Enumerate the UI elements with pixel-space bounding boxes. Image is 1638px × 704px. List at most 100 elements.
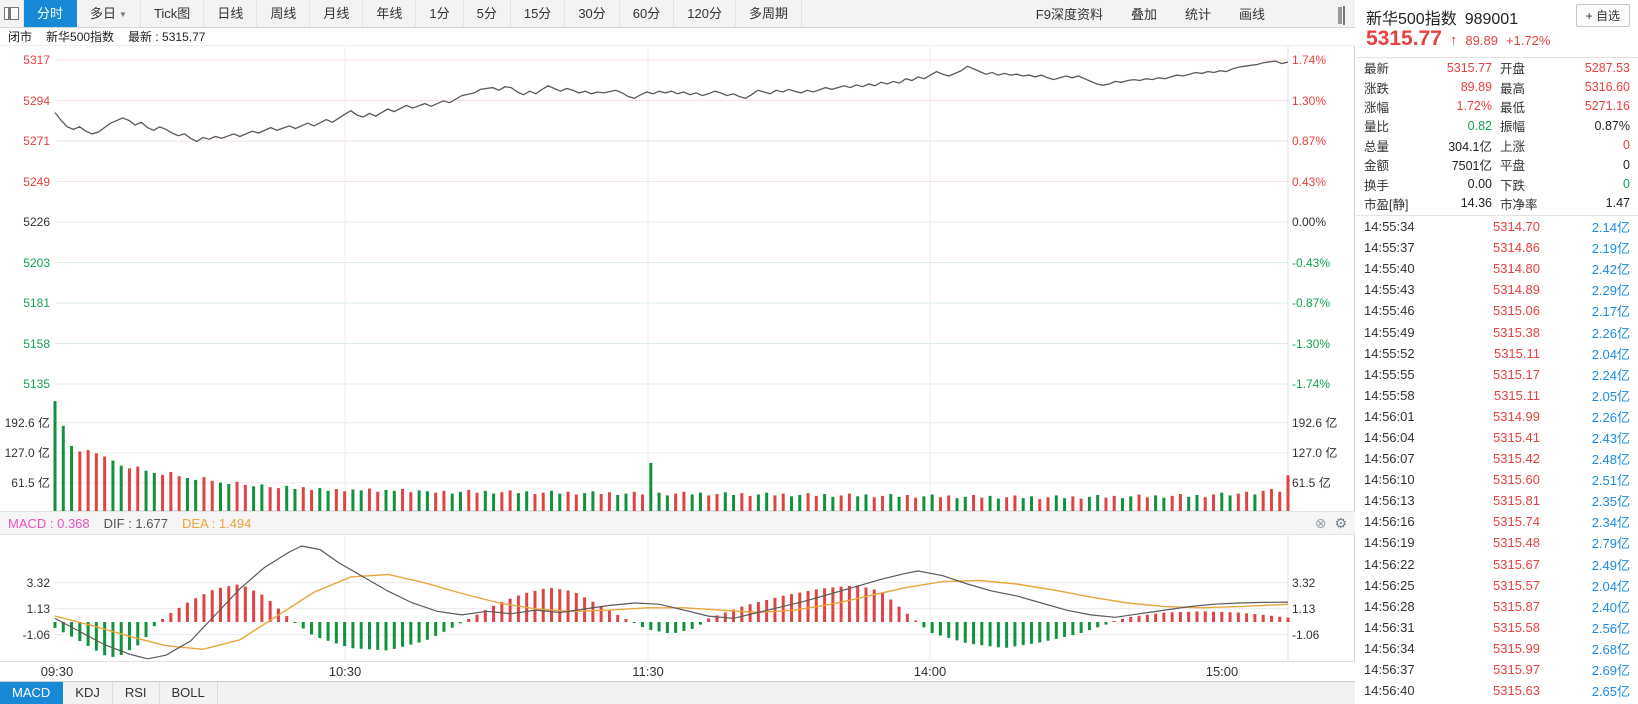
tick-time: 14:55:37 (1364, 240, 1415, 256)
period-tab-多日[interactable]: 多日 ▼ (77, 0, 141, 27)
tick-row[interactable]: 14:56:37 5315.97 2.69亿 (1356, 659, 1638, 680)
dea-value-label: DEA : 1.494 (181, 515, 252, 531)
gear-icon[interactable]: ⚙ (1334, 516, 1347, 530)
toolbar-link-叠加[interactable]: 叠加 (1131, 4, 1157, 23)
tick-volume: 2.04亿 (1591, 578, 1630, 594)
period-tab-30分[interactable]: 30分 (565, 0, 620, 27)
timeshare-chart[interactable] (0, 0, 1355, 704)
tick-row[interactable]: 14:56:25 5315.57 2.04亿 (1356, 575, 1638, 596)
tick-row[interactable]: 14:56:34 5315.99 2.68亿 (1356, 638, 1638, 659)
tick-volume: 2.35亿 (1591, 494, 1630, 510)
tick-time: 14:55:58 (1364, 387, 1415, 403)
market-status: 闭市 (8, 30, 33, 44)
tick-row[interactable]: 14:55:34 5314.70 2.14亿 (1356, 216, 1638, 237)
quote-label: 上涨 (1500, 139, 1526, 154)
period-tab-Tick图[interactable]: Tick图 (141, 0, 205, 27)
tick-price: 5315.42 (1493, 451, 1540, 467)
tick-row[interactable]: 14:55:40 5314.80 2.42亿 (1356, 258, 1638, 279)
tick-row[interactable]: 14:56:22 5315.67 2.49亿 (1356, 554, 1638, 575)
period-tab-月线[interactable]: 月线 (310, 0, 364, 27)
quote-value: 7501亿 (1451, 159, 1492, 174)
toolbar-link-画线[interactable]: 画线 (1239, 4, 1265, 23)
quote-row: 量比 0.82 振幅 0.87% (1356, 116, 1638, 135)
tick-row[interactable]: 14:55:37 5314.86 2.19亿 (1356, 237, 1638, 258)
tick-price: 5315.87 (1493, 598, 1540, 614)
tick-volume: 2.26亿 (1591, 409, 1630, 425)
period-tab-日线[interactable]: 日线 (204, 0, 258, 27)
quote-row: 总量 304.1亿 上涨 0 (1356, 136, 1638, 155)
quote-value: 5271.16 (1584, 99, 1630, 114)
window-layout-icon[interactable] (0, 0, 24, 27)
tick-row[interactable]: 14:55:46 5315.06 2.17亿 (1356, 300, 1638, 321)
tick-row[interactable]: 14:55:43 5314.89 2.29亿 (1356, 279, 1638, 300)
tick-row[interactable]: 14:55:55 5315.17 2.24亿 (1356, 364, 1638, 385)
indicator-tab-MACD[interactable]: MACD (0, 682, 64, 704)
quote-label: 振幅 (1500, 120, 1526, 135)
toolbar-link-F9深度资料[interactable]: F9深度资料 (1036, 4, 1103, 23)
indicator-tab-RSI[interactable]: RSI (113, 682, 160, 704)
tick-row[interactable]: 14:56:10 5315.60 2.51亿 (1356, 469, 1638, 490)
panel-toggle-icon[interactable] (1338, 6, 1345, 25)
indicator-tab-KDJ[interactable]: KDJ (63, 682, 113, 704)
time-tick-label: 10:30 (328, 664, 362, 679)
tick-time: 14:56:13 (1364, 493, 1415, 509)
tick-price: 5315.17 (1493, 366, 1540, 382)
period-tab-15分[interactable]: 15分 (511, 0, 566, 27)
period-tab-年线[interactable]: 年线 (363, 0, 417, 27)
period-tab-1分[interactable]: 1分 (416, 0, 464, 27)
tick-list[interactable]: 14:55:34 5314.70 2.14亿 14:55:37 5314.86 2.19亿… (1356, 215, 1638, 704)
tick-row[interactable]: 14:56:04 5315.41 2.43亿 (1356, 427, 1638, 448)
latest-price-label: 最新 : 5315.77 (128, 30, 206, 44)
tick-volume: 2.68亿 (1591, 641, 1630, 657)
tick-time: 14:56:16 (1364, 514, 1415, 530)
time-tick-label: 11:30 (632, 664, 664, 679)
chart-column: 5317 5294 5271 5249 5226 5203 5181 5158 5135 1.74… (0, 0, 1355, 704)
close-icon[interactable]: ⊗ (1315, 516, 1327, 530)
quote-value: 5315.77 (1446, 60, 1492, 75)
quote-value: 1.47 (1605, 196, 1630, 211)
tick-time: 14:56:04 (1364, 429, 1415, 445)
add-watchlist-button[interactable]: + 自选 (1575, 4, 1630, 27)
tick-row[interactable]: 14:56:28 5315.87 2.40亿 (1356, 596, 1638, 617)
quote-panel: 新华500指数 989001 + 自选 5315.77 ↑ 89.89 +1.72… (1356, 0, 1638, 704)
window-layout-icon-glyph (4, 7, 19, 20)
tick-price: 5315.57 (1493, 577, 1540, 593)
indicator-tab-bar: MACD KDJ RSI BOLL (0, 681, 1355, 704)
quote-value: 89.89 (1460, 80, 1492, 95)
last-price: 5315.77 (1366, 27, 1442, 50)
tick-time: 14:56:31 (1364, 619, 1415, 635)
tick-volume: 2.79亿 (1591, 536, 1630, 552)
stock-code: 989001 (1464, 11, 1519, 28)
period-tab-多周期[interactable]: 多周期 (736, 0, 802, 27)
tick-volume: 2.04亿 (1591, 346, 1630, 362)
tick-row[interactable]: 14:56:01 5314.99 2.26亿 (1356, 406, 1638, 427)
price-summary: 5315.77 ↑ 89.89 +1.72% (1366, 27, 1630, 51)
quote-value: 1.72% (1456, 99, 1492, 114)
dif-value-label: DIF : 1.677 (103, 515, 168, 531)
tick-row[interactable]: 14:56:31 5315.58 2.56亿 (1356, 617, 1638, 638)
period-tab-分时[interactable]: 分时 (24, 0, 78, 27)
period-tab-120分[interactable]: 120分 (674, 0, 736, 27)
tick-row[interactable]: 14:56:13 5315.81 2.35亿 (1356, 490, 1638, 511)
tick-time: 14:56:22 (1364, 556, 1415, 572)
tick-row[interactable]: 14:55:52 5315.11 2.04亿 (1356, 343, 1638, 364)
stock-title: 新华500指数 989001 (1366, 5, 1518, 29)
tick-price: 5315.48 (1493, 535, 1540, 551)
tick-row[interactable]: 14:55:49 5315.38 2.26亿 (1356, 321, 1638, 342)
toolbar-link-统计[interactable]: 统计 (1185, 4, 1211, 23)
period-tab-周线[interactable]: 周线 (257, 0, 311, 27)
time-tick-label: 14:00 (913, 664, 947, 679)
tick-row[interactable]: 14:56:19 5315.48 2.79亿 (1356, 532, 1638, 553)
tick-row[interactable]: 14:56:40 5315.63 2.65亿 (1356, 680, 1638, 701)
tick-volume: 2.14亿 (1591, 220, 1630, 236)
tick-row[interactable]: 14:55:58 5315.11 2.05亿 (1356, 385, 1638, 406)
tick-time: 14:56:07 (1364, 451, 1415, 467)
tick-row[interactable]: 14:56:07 5315.42 2.48亿 (1356, 448, 1638, 469)
indicator-tab-BOLL[interactable]: BOLL (160, 682, 218, 704)
period-tab-5分[interactable]: 5分 (464, 0, 511, 27)
quote-row: 金额 7501亿 平盘 0 (1356, 155, 1638, 174)
tick-volume: 2.48亿 (1591, 452, 1630, 468)
period-tab-60分[interactable]: 60分 (620, 0, 675, 27)
tick-row[interactable]: 14:56:16 5315.74 2.34亿 (1356, 511, 1638, 532)
period-toolbar: 分时 多日 ▼ Tick图 日线 周线 月线 年线 1分 5分 15分 30分 60分 120分 多周期 F… (0, 0, 1355, 28)
